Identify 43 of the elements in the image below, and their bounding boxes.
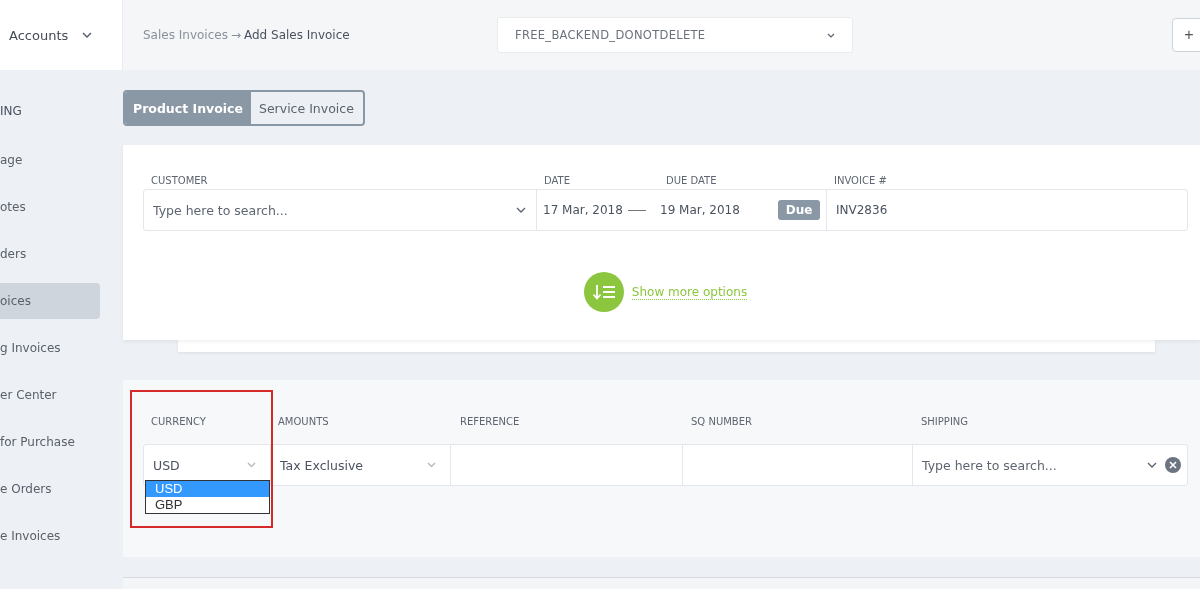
add-button[interactable]: +	[1172, 18, 1200, 52]
breadcrumb-arrow: →	[230, 28, 241, 42]
sidebar-item[interactable]: ders	[0, 236, 100, 272]
breadcrumb-link[interactable]: Sales Invoices	[143, 28, 228, 42]
sort-list-icon[interactable]	[583, 272, 624, 312]
sidebar-section-title: ING	[0, 104, 23, 120]
field-label: AMOUNTS	[278, 416, 330, 429]
due-badge: Due	[777, 200, 821, 220]
sidebar-item[interactable]: e Orders	[0, 471, 100, 507]
sidebar-item[interactable]: otes	[0, 189, 100, 225]
tab[interactable]: Product Invoice	[125, 92, 251, 124]
field-label: CUSTOMER	[151, 175, 209, 188]
field-label: DUE DATE	[666, 175, 718, 188]
field-label: SQ NUMBER	[691, 416, 753, 429]
shipping-field[interactable]: Type here to search...	[913, 456, 1157, 474]
amounts-select[interactable]: Tax Exclusive	[271, 445, 451, 485]
currency-option[interactable]: USD	[146, 481, 269, 497]
chevron-down-icon	[1147, 462, 1157, 468]
invoice-number-field[interactable]: INV2836	[836, 203, 888, 217]
sidebar-item[interactable]: for Purchase	[0, 424, 100, 460]
sidebar-item[interactable]: e Invoices	[0, 518, 100, 554]
field-label: SHIPPING	[921, 416, 970, 429]
account-menu[interactable]: Accounts	[0, 0, 123, 70]
field-label: REFERENCE	[460, 416, 521, 429]
chevron-down-icon	[516, 207, 526, 213]
currency-option[interactable]: GBP	[146, 497, 269, 513]
sidebar-item[interactable]: g Invoices	[0, 330, 100, 366]
date-range-line	[627, 209, 646, 211]
sidebar-item[interactable]: age	[0, 142, 100, 178]
field-label: DATE	[544, 175, 571, 188]
field-label: CURRENCY	[151, 416, 207, 429]
company-select[interactable]: FREE_BACKEND_DONOTDELETE	[497, 17, 853, 53]
field-label: INVOICE #	[834, 175, 888, 188]
sidebar-item[interactable]: er Center	[0, 377, 100, 413]
clear-icon[interactable]	[1165, 457, 1181, 473]
chevron-down-icon	[427, 462, 436, 468]
date-field[interactable]: 17 Mar, 2018	[543, 203, 623, 217]
due-date-field[interactable]: 19 Mar, 2018	[660, 203, 740, 217]
chevron-down-icon	[82, 32, 93, 38]
chevron-down-icon	[247, 462, 256, 468]
breadcrumb-current: Add Sales Invoice	[244, 28, 350, 42]
chevron-down-icon	[827, 32, 835, 38]
sidebar-item[interactable]: oices	[0, 283, 100, 319]
